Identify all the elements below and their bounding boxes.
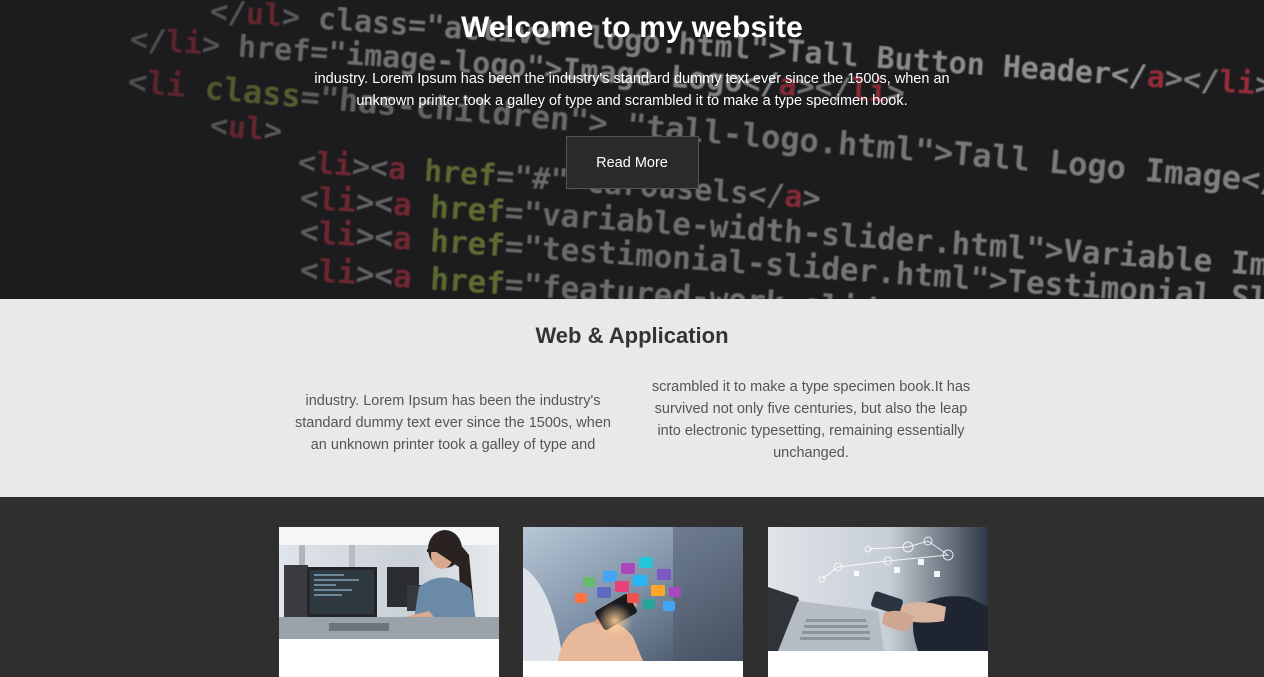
hero-section: </ul> class="active" logo.html">Tall But… xyxy=(0,0,1264,299)
laptop-phone-network-image xyxy=(768,527,988,651)
hero-content: Welcome to my website industry. Lorem Ip… xyxy=(0,0,1264,189)
text-column-right: scrambled it to make a type specimen boo… xyxy=(651,379,971,461)
card[interactable] xyxy=(768,527,988,677)
hero-title: Welcome to my website xyxy=(460,11,804,44)
read-more-button[interactable]: Read More xyxy=(565,136,699,189)
card[interactable] xyxy=(279,527,499,677)
section-title: Web & Application xyxy=(535,323,729,348)
woman-at-computer-image xyxy=(279,527,499,639)
cards-section xyxy=(0,497,1264,677)
text-column-left: industry. Lorem Ipsum has been the indus… xyxy=(295,393,611,453)
web-application-section: Web & Application industry. Lorem Ipsum … xyxy=(0,299,1264,497)
hand-app-icons-image xyxy=(523,527,743,661)
hero-description: industry. Lorem Ipsum has been the indus… xyxy=(314,71,950,109)
card[interactable] xyxy=(523,527,743,677)
